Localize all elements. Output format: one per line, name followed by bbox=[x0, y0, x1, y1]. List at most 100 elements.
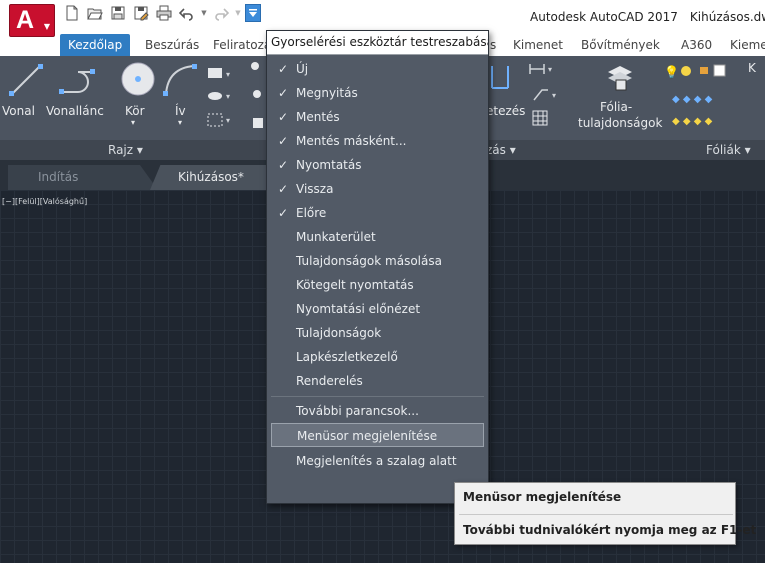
tab-a360[interactable]: A360 bbox=[681, 34, 712, 56]
polyline-icon[interactable] bbox=[58, 62, 98, 98]
annotation-panel-title[interactable]: zás ▾ bbox=[486, 140, 516, 160]
layers-panel-title[interactable]: Fóliák ▾ bbox=[706, 140, 751, 160]
check-icon: ✓ bbox=[278, 134, 289, 148]
current-layer-name[interactable]: K bbox=[748, 61, 756, 75]
menu-item-print[interactable]: ✓ Nyomtatás bbox=[271, 153, 484, 177]
menu-item-open[interactable]: ✓ Megnyitás bbox=[271, 81, 484, 105]
tooltip-separator bbox=[459, 514, 733, 515]
table-icon[interactable] bbox=[532, 110, 548, 126]
menu-item-redo[interactable]: ✓ Előre bbox=[271, 201, 484, 225]
check-icon: ✓ bbox=[278, 110, 289, 124]
menu-item-match-properties[interactable]: Tulajdonságok másolása bbox=[271, 249, 484, 273]
svg-text:▾: ▾ bbox=[552, 91, 556, 100]
arc-dropdown-icon[interactable]: ▾ bbox=[178, 118, 182, 127]
check-icon: ✓ bbox=[278, 206, 289, 220]
customize-qat-menu: Gyorselérési eszköztár testreszabása ✓ Új… bbox=[266, 30, 489, 504]
line-label[interactable]: Vonal bbox=[2, 104, 35, 118]
tab-output[interactable]: Kimenet bbox=[513, 34, 563, 56]
logo-dropdown-icon: ▼ bbox=[43, 22, 50, 31]
menu-item-save[interactable]: ✓ Mentés bbox=[271, 105, 484, 129]
arc-icon[interactable] bbox=[162, 62, 198, 98]
svg-text:💡: 💡 bbox=[664, 65, 679, 79]
menu-item-label: Új bbox=[296, 62, 309, 76]
svg-text:◆ ◆ ◆ ◆: ◆ ◆ ◆ ◆ bbox=[672, 116, 713, 127]
draw-more-tools-icon[interactable]: ▾ ▾ ▾ bbox=[204, 62, 234, 132]
polyline-label[interactable]: Vonallánc bbox=[46, 104, 104, 118]
circle-label[interactable]: Kör bbox=[125, 104, 145, 118]
menu-item-label: Nyomtatás bbox=[296, 158, 362, 172]
ribbon-partial-modify-icons bbox=[243, 56, 267, 140]
menu-item-new[interactable]: ✓ Új bbox=[271, 57, 484, 81]
app-name: Autodesk AutoCAD 2017 bbox=[530, 10, 678, 24]
circle-dropdown-icon[interactable]: ▾ bbox=[131, 118, 135, 127]
linear-dim-icon[interactable]: ▾ bbox=[528, 62, 558, 76]
menu-item-label: További parancsok... bbox=[296, 404, 419, 418]
dimension-icon[interactable] bbox=[488, 62, 512, 92]
quick-access-toolbar: ▼ ▼ bbox=[62, 4, 261, 22]
menu-item-label: Előre bbox=[296, 206, 327, 220]
line-icon[interactable] bbox=[8, 62, 44, 98]
menu-title: Gyorselérési eszköztár testreszabása bbox=[267, 31, 488, 55]
menu-item-label: Mentés bbox=[296, 110, 340, 124]
draw-panel-title[interactable]: Rajz ▾ bbox=[108, 140, 143, 160]
tab-partial[interactable]: s bbox=[490, 34, 496, 56]
svg-text:▾: ▾ bbox=[548, 65, 552, 74]
tooltip-hint: További tudnivalókért nyomja meg az F1-e… bbox=[463, 523, 757, 537]
application-menu-button[interactable]: A ▼ bbox=[9, 4, 55, 37]
open-icon[interactable] bbox=[85, 4, 105, 22]
file-name: Kihúzásos.dwg bbox=[689, 10, 765, 24]
autocad-logo-letter: A bbox=[16, 6, 35, 34]
menu-item-more-commands[interactable]: További parancsok... bbox=[271, 399, 484, 423]
tab-drawing-file[interactable]: Kihúzásos* bbox=[150, 165, 280, 190]
menu-item-label: Kötegelt nyomtatás bbox=[296, 278, 414, 292]
menu-item-batch-plot[interactable]: Kötegelt nyomtatás bbox=[271, 273, 484, 297]
undo-dropdown-icon[interactable]: ▼ bbox=[200, 4, 208, 22]
viewport-controls-label[interactable]: [−][Felül][Valósághű] bbox=[2, 197, 87, 206]
menu-item-label: Nyomtatási előnézet bbox=[296, 302, 421, 316]
menu-item-label: Megjelenítés a szalag alatt bbox=[296, 454, 457, 468]
menu-item-tooltip: Menüsor megjelenítése További tudnivalók… bbox=[454, 482, 756, 545]
print-icon[interactable] bbox=[154, 4, 174, 22]
menu-separator bbox=[271, 396, 484, 397]
menu-item-sheet-set-manager[interactable]: Lapkészletkezelő bbox=[271, 345, 484, 369]
circle-icon[interactable] bbox=[119, 60, 157, 98]
tab-addins[interactable]: Bővítmények bbox=[581, 34, 660, 56]
title-bar: A ▼ ▼ ▼ Autodesk AutoCAD 2017 Kihúzásos.… bbox=[0, 0, 765, 37]
menu-item-label: Vissza bbox=[296, 182, 334, 196]
save-as-icon[interactable] bbox=[131, 4, 151, 22]
menu-item-label: Mentés másként... bbox=[296, 134, 407, 148]
menu-item-properties[interactable]: Tulajdonságok bbox=[271, 321, 484, 345]
menu-item-undo[interactable]: ✓ Vissza bbox=[271, 177, 484, 201]
tab-featured[interactable]: Kieme bbox=[730, 34, 765, 56]
layer-properties-label-line2[interactable]: tulajdonságok bbox=[578, 116, 662, 130]
menu-item-show-below-ribbon[interactable]: Megjelenítés a szalag alatt bbox=[271, 449, 484, 473]
window-title: Autodesk AutoCAD 2017 Kihúzásos.dwg bbox=[530, 10, 765, 24]
svg-text:◆ ◆ ◆ ◆: ◆ ◆ ◆ ◆ bbox=[672, 94, 713, 105]
tab-home[interactable]: Kezdőlap bbox=[60, 34, 131, 56]
menu-item-show-menu-bar[interactable]: Menüsor megjelenítése bbox=[271, 423, 484, 447]
tab-insert[interactable]: Beszúrás bbox=[145, 34, 199, 56]
menu-item-label: Tulajdonságok másolása bbox=[296, 254, 442, 268]
tab-start[interactable]: Indítás bbox=[8, 165, 158, 190]
redo-icon[interactable] bbox=[211, 4, 231, 22]
menu-item-save-as[interactable]: ✓ Mentés másként... bbox=[271, 129, 484, 153]
menu-item-label: Lapkészletkezelő bbox=[296, 350, 398, 364]
svg-text:▾: ▾ bbox=[226, 70, 230, 79]
menu-item-workspace[interactable]: Munkaterület bbox=[271, 225, 484, 249]
menu-item-label: Renderelés bbox=[296, 374, 363, 388]
check-icon: ✓ bbox=[278, 182, 289, 196]
menu-item-render[interactable]: Renderelés bbox=[271, 369, 484, 393]
arc-label[interactable]: Ív bbox=[175, 104, 186, 118]
save-icon[interactable] bbox=[108, 4, 128, 22]
partial-ribbon-label[interactable]: etezés bbox=[486, 104, 525, 118]
check-icon: ✓ bbox=[278, 86, 289, 100]
layer-properties-icon[interactable] bbox=[604, 62, 634, 92]
layer-properties-label-line1[interactable]: Fólia- bbox=[600, 100, 632, 114]
new-icon[interactable] bbox=[62, 4, 82, 22]
redo-dropdown-icon[interactable]: ▼ bbox=[234, 4, 242, 22]
undo-icon[interactable] bbox=[177, 4, 197, 22]
leader-icon[interactable]: ▾ bbox=[532, 88, 562, 102]
customize-qat-dropdown-button[interactable] bbox=[245, 4, 261, 22]
menu-item-plot-preview[interactable]: Nyomtatási előnézet bbox=[271, 297, 484, 321]
svg-text:▾: ▾ bbox=[226, 92, 230, 101]
